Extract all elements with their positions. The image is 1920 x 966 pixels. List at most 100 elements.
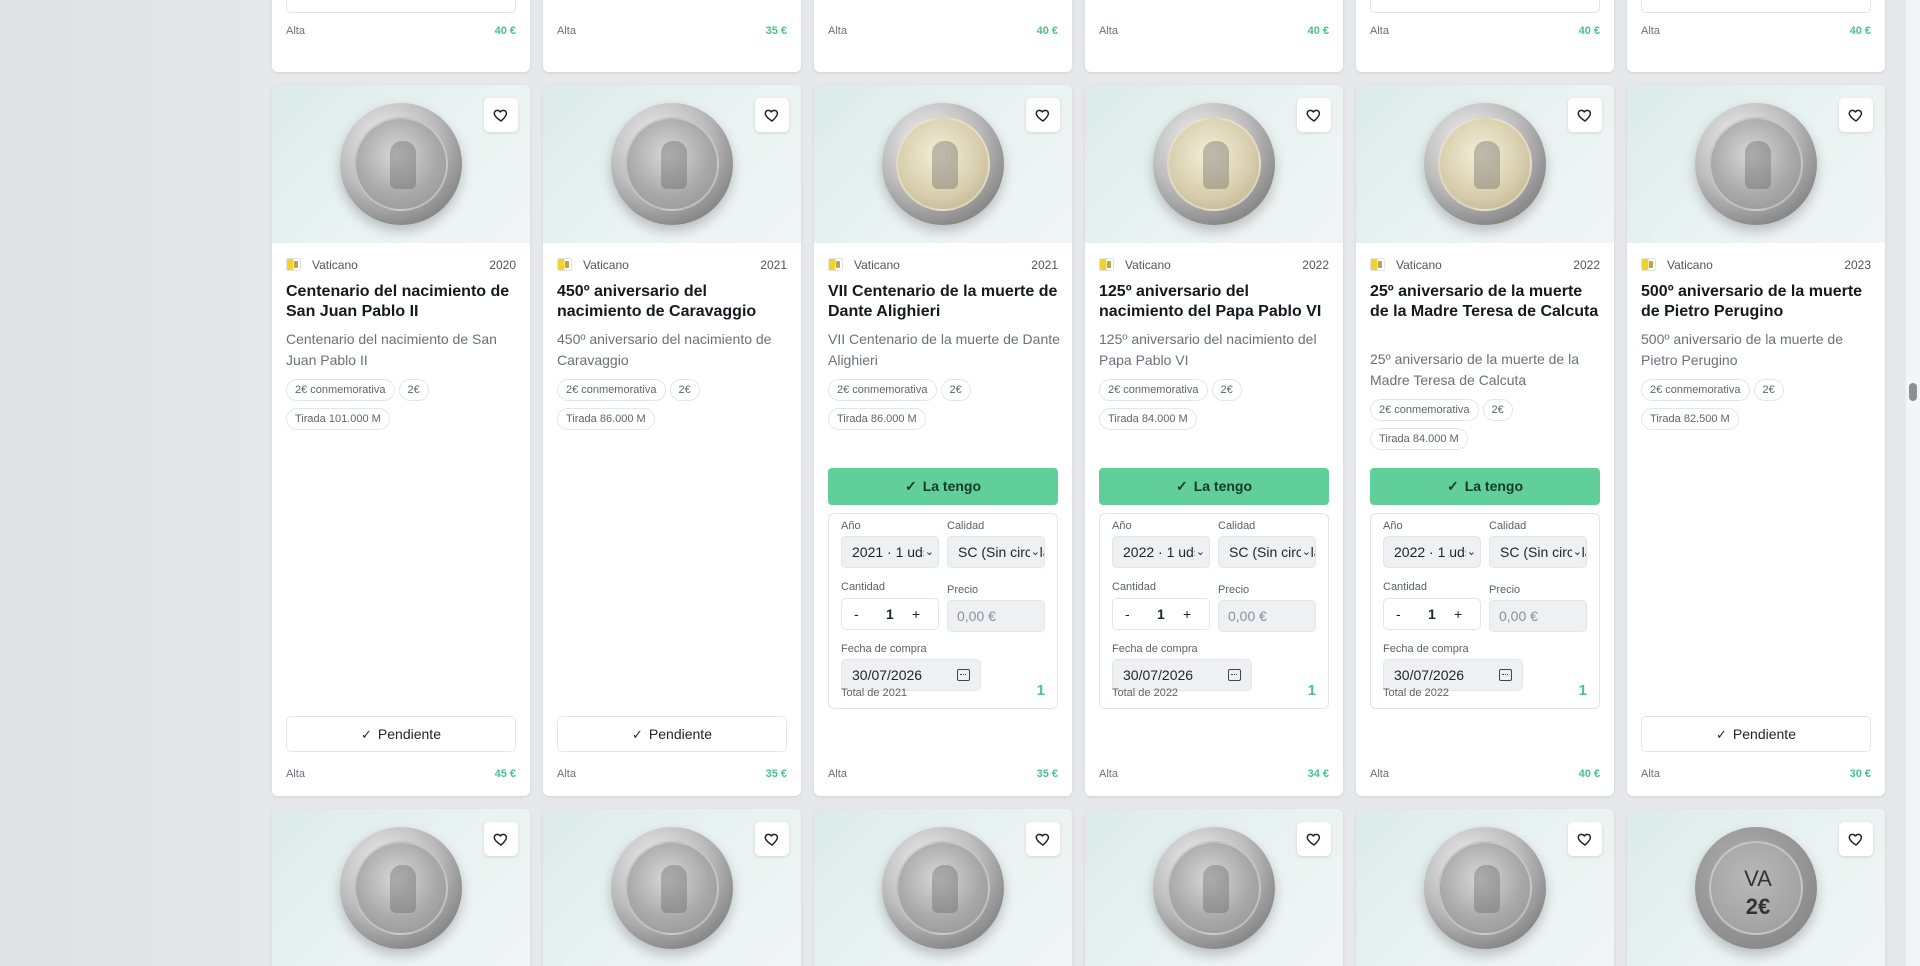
favorite-button[interactable] xyxy=(1839,822,1873,856)
favorite-button[interactable] xyxy=(755,822,789,856)
coin-card[interactable]: VA 2€ xyxy=(1627,809,1885,966)
coin-image xyxy=(1695,103,1817,225)
favorite-button[interactable] xyxy=(1026,822,1060,856)
check-icon: ✓ xyxy=(1175,478,1188,494)
flag-emblem xyxy=(1378,261,1382,268)
coin-image-area xyxy=(543,85,801,243)
quantity-stepper[interactable]: - 1 + xyxy=(1112,598,1210,630)
pending-button[interactable]: ✓ Pendiente xyxy=(1641,716,1871,752)
decrement-button[interactable]: - xyxy=(1125,599,1130,629)
coin-card[interactable]: Vaticano 2022 25º aniversario de la muerte… xyxy=(1356,85,1614,796)
coin-year: 2021 xyxy=(760,258,787,272)
favorite-button[interactable] xyxy=(1297,98,1331,132)
coin-card[interactable] xyxy=(272,809,530,966)
favorite-button[interactable] xyxy=(1568,822,1602,856)
country-name: Vaticano xyxy=(312,258,358,272)
coin-face xyxy=(896,117,990,211)
calendar-icon[interactable] xyxy=(1499,669,1512,681)
pending-button[interactable]: ✓ Pendiente xyxy=(557,716,787,752)
coin-image-area xyxy=(814,809,1072,966)
price-input[interactable]: 0,00 € xyxy=(947,600,1045,632)
quantity-stepper[interactable]: - 1 + xyxy=(841,598,939,630)
year-select[interactable]: 2022 · 1 uds ⌄ xyxy=(1112,536,1210,568)
coin-card[interactable] xyxy=(1085,809,1343,966)
favorite-button[interactable] xyxy=(1026,98,1060,132)
increment-button[interactable]: + xyxy=(912,599,920,629)
coin-card[interactable]: Vaticano 2021 VII Centenario de la muerte … xyxy=(814,85,1072,796)
coin-image-area xyxy=(543,809,801,966)
coin-card[interactable]: ✓ Pendiente Alta 40 € xyxy=(272,0,530,72)
coin-image xyxy=(340,827,462,949)
price-placeholder: 0,00 € xyxy=(1499,608,1538,624)
have-it-button[interactable]: ✓ La tengo xyxy=(828,468,1058,505)
coin-card[interactable]: Total de 20181Alta40 € xyxy=(814,0,1072,72)
pending-button[interactable]: ✓ Pendiente xyxy=(1641,0,1871,13)
coin-face: VA 2€ xyxy=(1709,841,1803,935)
purchase-date-label: Fecha de compra xyxy=(1383,643,1469,655)
rarity-label: Alta xyxy=(286,768,305,780)
chevron-down-icon: ⌄ xyxy=(1029,537,1040,567)
favorite-button[interactable] xyxy=(484,822,518,856)
quality-select[interactable]: SC (Sin circulación)⌄ xyxy=(947,536,1045,568)
favorite-button[interactable] xyxy=(484,98,518,132)
coin-image-area xyxy=(1356,809,1614,966)
flag-icon xyxy=(1370,258,1385,271)
card-footer: Alta 30 € xyxy=(1641,768,1871,780)
chevron-down-icon: ⌄ xyxy=(1571,537,1582,567)
favorite-button[interactable] xyxy=(1839,98,1873,132)
quantity-value: 1 xyxy=(886,606,894,622)
tag-chip: 2€ xyxy=(1211,379,1242,401)
increment-button[interactable]: + xyxy=(1454,599,1462,629)
tag-chip: 2€ xyxy=(1753,379,1784,401)
coin-card[interactable]: Total de 20191Alta40 € xyxy=(1085,0,1343,72)
have-it-button[interactable]: ✓ La tengo xyxy=(1370,468,1600,505)
coin-image-area xyxy=(272,809,530,966)
quality-select[interactable]: SC (Sin circulación)⌄ xyxy=(1489,536,1587,568)
price-input[interactable]: 0,00 € xyxy=(1218,600,1316,632)
coin-card[interactable]: ✓ Pendiente Alta 40 € xyxy=(1356,0,1614,72)
coin-year: 2022 xyxy=(1302,258,1329,272)
pending-button[interactable]: ✓ Pendiente xyxy=(1370,0,1600,13)
scrollbar-thumb[interactable] xyxy=(1909,383,1917,401)
quantity-stepper[interactable]: - 1 + xyxy=(1383,598,1481,630)
tag-list: 2€ conmemorativa 2€ Tirada 82.500 M xyxy=(1641,379,1873,437)
favorite-button[interactable] xyxy=(1568,98,1602,132)
coin-denomination: 2€ xyxy=(1745,894,1771,919)
chevron-down-icon: ⌄ xyxy=(1465,537,1476,567)
coin-code: VA xyxy=(1744,866,1772,891)
scrollbar[interactable] xyxy=(1906,0,1920,966)
pending-button[interactable]: ✓ Pendiente xyxy=(286,716,516,752)
coin-meta: Vaticano 2023 xyxy=(1641,258,1871,272)
coin-image xyxy=(1153,827,1275,949)
flag-emblem xyxy=(1649,261,1653,268)
quality-select[interactable]: SC (Sin circulación)⌄ xyxy=(1218,536,1316,568)
quantity-label: Cantidad xyxy=(841,581,886,593)
pending-button[interactable]: ✓ Pendiente xyxy=(286,0,516,13)
have-it-button[interactable]: ✓ La tengo xyxy=(1099,468,1329,505)
calendar-icon[interactable] xyxy=(1228,669,1241,681)
favorite-button[interactable] xyxy=(755,98,789,132)
coin-card[interactable] xyxy=(814,809,1072,966)
coin-card[interactable]: Vaticano 2022 125º aniversario del nacimie… xyxy=(1085,85,1343,796)
coin-title: 25º aniversario de la muerte de la Madre… xyxy=(1370,283,1599,320)
coin-card[interactable]: Vaticano 2021 450º aniversario del nacimie… xyxy=(543,85,801,796)
coin-image-area: VA 2€ xyxy=(1627,809,1885,966)
increment-button[interactable]: + xyxy=(1183,599,1191,629)
coin-image xyxy=(1153,103,1275,225)
coin-card[interactable]: Vaticano 2023 500º aniversario de la muert… xyxy=(1627,85,1885,796)
coin-card[interactable]: Vaticano 2020 Centenario del nacimiento de… xyxy=(272,85,530,796)
coin-card[interactable] xyxy=(543,809,801,966)
year-select[interactable]: 2022 · 1 uds ⌄ xyxy=(1383,536,1481,568)
year-select[interactable]: 2021 · 1 uds ⌄ xyxy=(841,536,939,568)
price-input[interactable]: 0,00 € xyxy=(1489,600,1587,632)
coin-card[interactable]: Total de 20181Alta35 € xyxy=(543,0,801,72)
coin-card[interactable]: ✓ Pendiente Alta 40 € xyxy=(1627,0,1885,72)
card-footer: Alta 35 € xyxy=(828,768,1058,780)
favorite-button[interactable] xyxy=(1297,822,1331,856)
coin-card[interactable] xyxy=(1356,809,1614,966)
decrement-button[interactable]: - xyxy=(1396,599,1401,629)
decrement-button[interactable]: - xyxy=(854,599,859,629)
tag-chip: 2€ xyxy=(940,379,971,401)
calendar-icon[interactable] xyxy=(957,669,970,681)
coin-image-area xyxy=(1356,85,1614,243)
